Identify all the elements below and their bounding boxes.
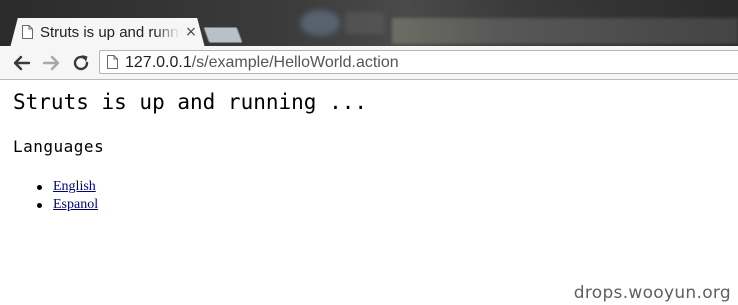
language-link-english[interactable]: English xyxy=(53,179,96,194)
list-item: Espanol xyxy=(0,196,98,214)
page-icon xyxy=(107,55,118,69)
languages-list: English Espanol xyxy=(0,178,98,214)
page-icon xyxy=(22,25,33,39)
reload-icon[interactable] xyxy=(70,52,92,74)
new-tab-button[interactable] xyxy=(203,27,243,43)
list-item: English xyxy=(0,178,98,196)
languages-heading: Languages xyxy=(13,137,105,156)
url-host: 127.0.0.1 xyxy=(125,54,192,71)
address-bar[interactable]: 127.0.0.1/s/example/HelloWorld.action xyxy=(99,50,738,74)
background-blur xyxy=(345,12,385,34)
browser-window: Struts is up and running ... × 127.0.0.1… xyxy=(0,0,738,305)
tab-title: Struts is up and running ... xyxy=(40,24,180,41)
watermark: drops.wooyun.org xyxy=(573,283,731,303)
background-blur xyxy=(392,18,738,44)
url-path: /s/example/HelloWorld.action xyxy=(191,54,399,71)
background-blur xyxy=(300,10,340,36)
close-icon[interactable]: × xyxy=(184,24,198,40)
bullet-icon xyxy=(37,185,42,190)
page-content: Struts is up and running ... Languages E… xyxy=(0,80,738,305)
url-text[interactable]: 127.0.0.1/s/example/HelloWorld.action xyxy=(125,53,399,72)
bullet-icon xyxy=(37,203,42,208)
forward-arrow-icon[interactable] xyxy=(40,52,62,74)
page-heading: Struts is up and running ... xyxy=(13,90,368,114)
language-link-espanol[interactable]: Espanol xyxy=(53,197,98,212)
browser-toolbar: 127.0.0.1/s/example/HelloWorld.action xyxy=(0,46,738,80)
back-arrow-icon[interactable] xyxy=(11,52,33,74)
